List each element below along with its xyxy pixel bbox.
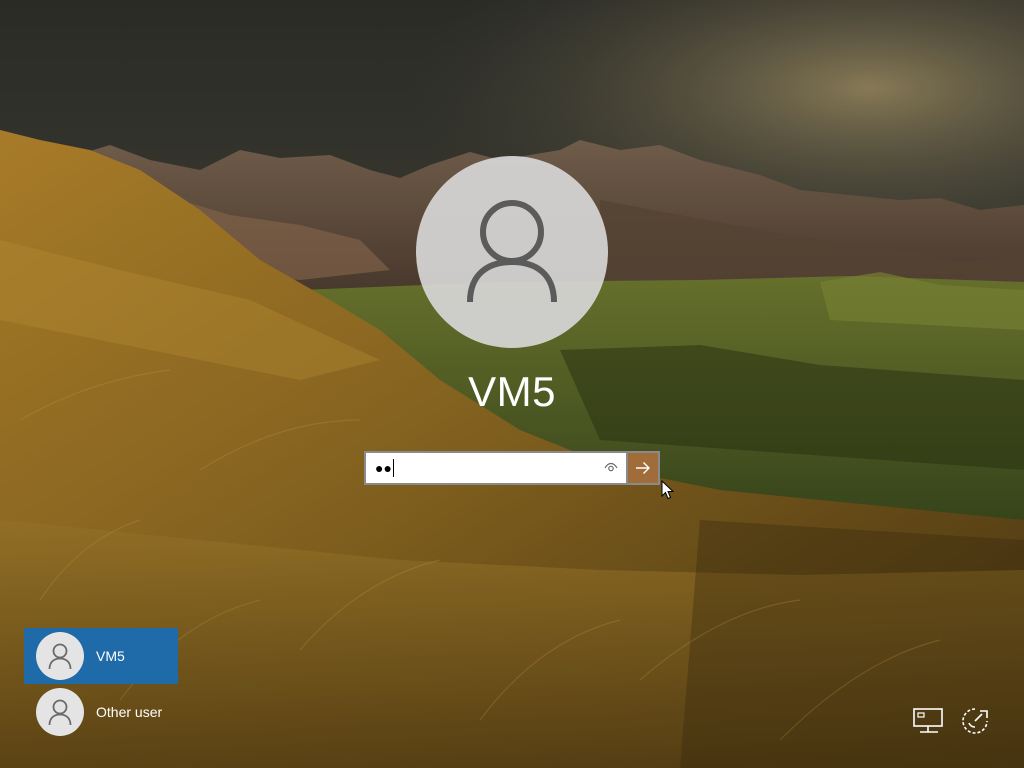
user-switcher-list: VM5 Other user xyxy=(24,628,204,740)
mouse-cursor-icon xyxy=(661,480,675,500)
user-tile-other-user[interactable]: Other user xyxy=(24,684,178,740)
user-icon xyxy=(48,699,72,725)
password-field[interactable]: ●● xyxy=(364,451,626,485)
submit-button[interactable] xyxy=(626,451,660,485)
network-button[interactable] xyxy=(912,706,946,736)
password-value: ●● xyxy=(375,460,392,476)
user-icon xyxy=(467,200,557,303)
ease-of-access-button[interactable] xyxy=(958,706,992,736)
network-icon xyxy=(913,708,943,733)
user-tile-label: Other user xyxy=(96,704,163,720)
user-name: VM5 xyxy=(468,368,556,415)
avatar xyxy=(36,688,84,736)
user-avatar xyxy=(416,156,608,348)
text-caret xyxy=(392,459,394,477)
password-box: ●● xyxy=(364,451,660,485)
lock-screen: VM5 ●● VM5 Other user xyxy=(0,0,1024,768)
user-tile-vm5[interactable]: VM5 xyxy=(24,628,178,684)
ease-of-access-icon xyxy=(962,708,988,734)
arrow-right-icon xyxy=(636,462,650,474)
user-tile-label: VM5 xyxy=(96,648,125,664)
eye-icon[interactable] xyxy=(604,462,618,474)
user-icon xyxy=(48,643,72,669)
avatar xyxy=(36,632,84,680)
